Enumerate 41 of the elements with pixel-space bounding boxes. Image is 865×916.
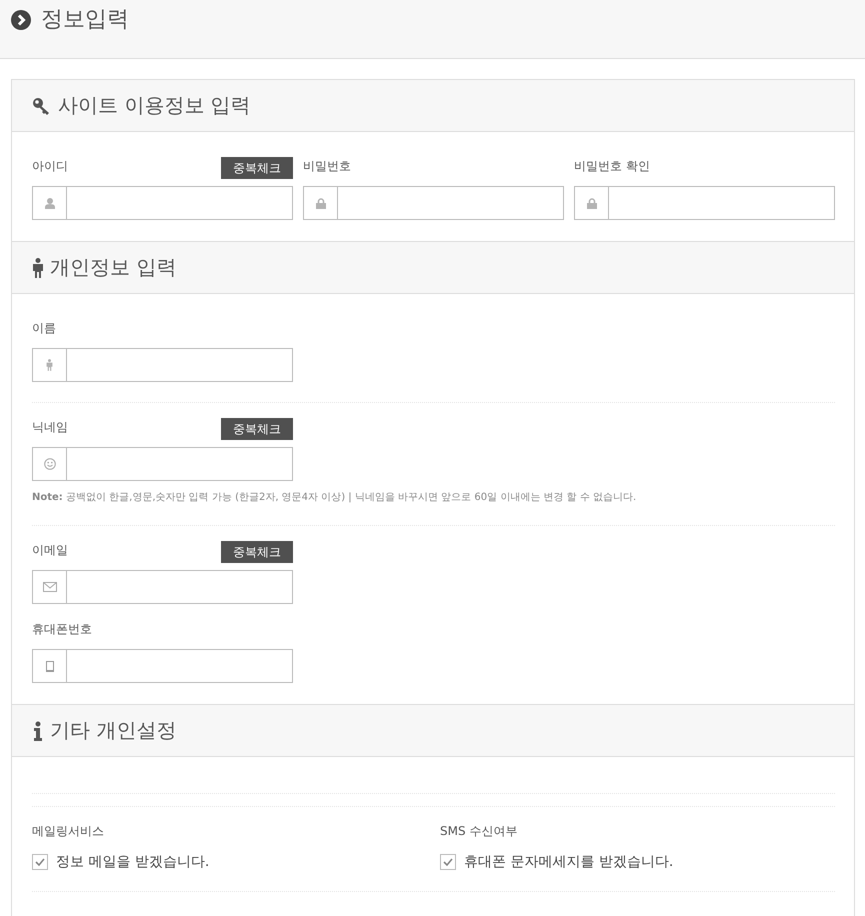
duplicate-check-button[interactable]: 중복체크 xyxy=(221,157,293,179)
info-icon xyxy=(32,720,44,740)
chevron-circle-icon xyxy=(11,10,31,30)
field-label: 닉네임 xyxy=(32,419,68,436)
lock-icon xyxy=(316,198,326,208)
input-field[interactable] xyxy=(303,186,564,220)
check-icon xyxy=(35,858,45,866)
key-icon xyxy=(32,96,52,116)
field-label: 비밀번호 확인 xyxy=(574,158,650,175)
checkbox[interactable] xyxy=(440,854,456,870)
option-label: 메일링서비스 xyxy=(32,823,105,840)
section-title: 사이트 이용정보 입력 xyxy=(58,92,251,119)
checkbox-label: 휴대폰 문자메세지를 받겠습니다. xyxy=(464,853,674,871)
field-label: 아이디 xyxy=(32,158,68,175)
page-title: 정보입력 xyxy=(41,6,129,34)
field-label: 이름 xyxy=(32,320,56,337)
duplicate-check-button[interactable]: 중복체크 xyxy=(221,541,293,563)
checkbox-label: 정보 메일을 받겠습니다. xyxy=(56,853,210,871)
section-title: 기타 개인설정 xyxy=(50,717,176,744)
field-label: 휴대폰번호 xyxy=(32,621,92,638)
input-field[interactable] xyxy=(32,570,293,604)
field-label: 이메일 xyxy=(32,542,68,559)
input-field[interactable] xyxy=(32,348,293,382)
input-field[interactable] xyxy=(574,186,835,220)
note-text: Note: 공백없이 한글,영문,숫자만 입력 가능 (한글2자, 영문4자 이상) | 닉네임을 바꾸시면 앞으로 60일 이내에는 변경 할 수 없습니다. xyxy=(32,491,636,505)
section-title: 개인정보 입력 xyxy=(50,254,176,281)
input-field[interactable] xyxy=(32,649,293,683)
person-icon xyxy=(32,258,44,278)
envelope-icon xyxy=(42,582,56,592)
duplicate-check-button[interactable]: 중복체크 xyxy=(221,418,293,440)
check-icon xyxy=(443,858,453,866)
field-label: 비밀번호 xyxy=(303,158,351,175)
person-icon xyxy=(46,359,53,371)
option-label: SMS 수신여부 xyxy=(440,823,518,840)
user-icon xyxy=(44,198,54,208)
input-field[interactable] xyxy=(32,186,293,220)
phone-icon xyxy=(46,660,54,672)
smiley-icon xyxy=(44,458,56,470)
checkbox[interactable] xyxy=(32,854,48,870)
input-field[interactable] xyxy=(32,447,293,481)
lock-icon xyxy=(586,198,596,208)
